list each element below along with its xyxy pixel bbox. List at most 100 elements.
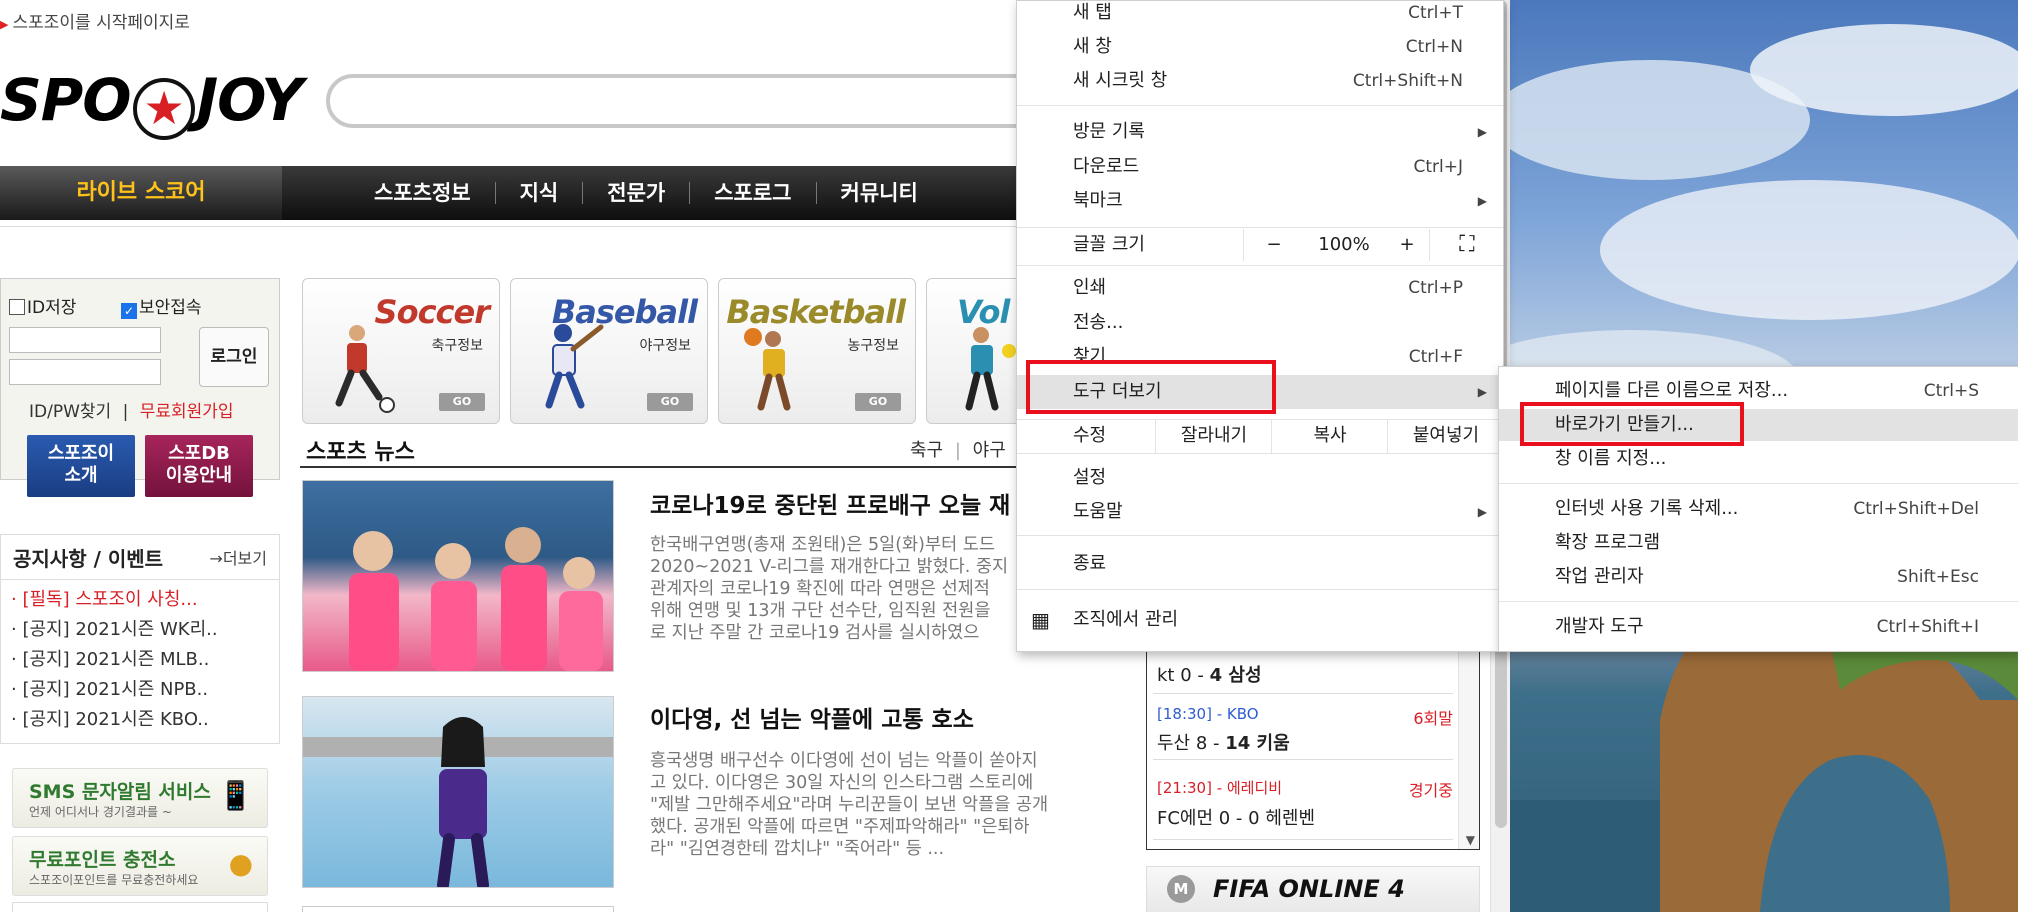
submenu-arrow-icon: ▶ (1477, 385, 1487, 399)
main-nav: 라이브 스코어 스포츠정보 지식 전문가 스포로그 커뮤니티 (0, 166, 1040, 220)
nav-spolog[interactable]: 스포로그 (690, 182, 817, 204)
m-badge-icon: M (1167, 875, 1195, 903)
nav-knowledge[interactable]: 지식 (496, 182, 584, 204)
paste-button[interactable]: 붙여넣기 (1387, 419, 1504, 453)
menu-cast[interactable]: 전송... (1017, 307, 1503, 339)
baseball-player-icon (545, 324, 604, 409)
sms-alert-promo[interactable]: SMS 문자알림 서비스 언제 어디서나 경기결과를 ~ 📱 (12, 768, 268, 828)
divider (1017, 535, 1503, 536)
news-tab-baseball[interactable]: 야구 (973, 440, 1006, 461)
menu-new-incognito[interactable]: 새 시크릿 창 Ctrl+Shift+N (1017, 65, 1503, 97)
nav-live-score[interactable]: 라이브 스코어 (0, 166, 282, 220)
divider (1017, 105, 1503, 106)
go-button[interactable]: GO (855, 393, 901, 411)
divider (1153, 839, 1453, 840)
menu-new-window[interactable]: 새 창 Ctrl+N (1017, 31, 1503, 63)
coins-icon: ● (228, 847, 253, 880)
menu-downloads[interactable]: 다운로드 Ctrl+J (1017, 151, 1503, 183)
score-item[interactable]: [18:30] - KBO 6회말 두산 8 - 14 키움 (1157, 705, 1453, 755)
save-id-checkbox[interactable]: ID저장 (9, 293, 76, 318)
news-summary[interactable]: 흥국생명 배구선수 이다영에 선이 넘는 악플이 쏟아지 고 있다. 이다영은 … (650, 750, 1110, 860)
menu-history[interactable]: 방문 기록 ▶ (1017, 116, 1503, 148)
set-start-page-link[interactable]: ▶ 스포조이를 시작페이지로 (0, 8, 190, 33)
fifa-online-banner[interactable]: M FIFA ONLINE 4 (1146, 866, 1480, 912)
news-tab-soccer[interactable]: 축구 (910, 440, 943, 461)
submenu-name-window[interactable]: 창 이름 지정... (1499, 443, 2018, 475)
divider (1017, 589, 1503, 590)
go-button[interactable]: GO (439, 393, 485, 411)
nav-expert[interactable]: 전문가 (583, 182, 691, 204)
news-thumbnail[interactable] (302, 480, 614, 672)
menu-exit[interactable]: 종료 (1017, 548, 1503, 580)
nav-sports-info[interactable]: 스포츠정보 (350, 182, 496, 204)
id-field[interactable] (9, 327, 161, 353)
notice-item[interactable]: · [공지] 2021시즌 KBO.. (11, 705, 209, 731)
volleyball-player-icon (965, 327, 1016, 411)
submenu-extensions[interactable]: 확장 프로그램 (1499, 527, 2018, 559)
promo-partial (12, 902, 268, 912)
notice-item[interactable]: · [공지] 2021시즌 MLB.. (11, 645, 209, 671)
menu-bookmarks[interactable]: 북마크 ▶ (1017, 185, 1503, 217)
secure-login-checkbox[interactable]: ✓ 보안접속 (121, 293, 202, 319)
account-links: ID/PW찾기 | 무료회원가입 (29, 402, 234, 422)
divider (1017, 265, 1503, 266)
soccer-card[interactable]: Soccer 축구정보 GO (302, 278, 500, 424)
site-logo[interactable]: SPO ★ JOY (0, 66, 303, 140)
menu-zoom-row: 글꼴 크기 − 100% + ⛶ (1017, 229, 1503, 261)
nav-community[interactable]: 커뮤니티 (817, 182, 942, 204)
news-thumbnail[interactable] (302, 696, 614, 888)
find-idpw-link[interactable]: ID/PW찾기 (29, 402, 111, 422)
volleyball-team-photo-icon (349, 527, 603, 671)
divider (1499, 483, 2018, 484)
spodb-guide-button[interactable]: 스포DB 이용안내 (145, 435, 253, 497)
menu-settings[interactable]: 설정 (1017, 462, 1503, 494)
notice-item[interactable]: · [공지] 2021시즌 WK리.. (11, 615, 218, 641)
divider (0, 226, 1040, 227)
menu-print[interactable]: 인쇄 Ctrl+P (1017, 272, 1503, 304)
submenu-developer-tools[interactable]: 개발자 도구 Ctrl+Shift+I (1499, 611, 2018, 643)
go-button[interactable]: GO (647, 393, 693, 411)
notice-more-link[interactable]: →더보기 (209, 545, 267, 569)
basketball-card[interactable]: Basketball 농구정보 GO (718, 278, 916, 424)
notice-item[interactable]: · [필독] 스포조이 사칭... (11, 585, 198, 611)
live-score-panel: kt 0 - 4 삼성 [18:30] - KBO 6회말 두산 8 - 14 … (1146, 648, 1480, 850)
free-join-link[interactable]: 무료회원가입 (140, 402, 234, 422)
divider (1017, 227, 1503, 228)
menu-managed-by-org[interactable]: ▦ 조직에서 관리 (1017, 604, 1503, 636)
soccer-player-icon (335, 325, 395, 413)
checkbox-unchecked-icon (9, 299, 25, 315)
submenu-task-manager[interactable]: 작업 관리자 Shift+Esc (1499, 561, 2018, 593)
news-headline[interactable]: 이다영, 선 넘는 악플에 고통 호소 (650, 700, 974, 734)
news-headline[interactable]: 코로나19로 중단된 프로배구 오늘 재 (650, 486, 1010, 520)
highlight-box-more-tools (1026, 360, 1276, 414)
notice-title: 공지사항 / 이벤트 (13, 547, 164, 571)
score-scrollbar[interactable]: ▼ (1458, 649, 1479, 849)
spojoy-intro-button[interactable]: 스포조이 소개 (27, 435, 135, 497)
login-button[interactable]: 로그인 (199, 327, 269, 387)
phone-icon: 📱 (218, 779, 253, 812)
password-field[interactable] (9, 359, 161, 385)
menu-edit-row: 수정 잘라내기 복사 붙여넣기 (1017, 419, 1503, 453)
submenu-arrow-icon: ▶ (1477, 505, 1487, 519)
building-icon: ▦ (1031, 608, 1050, 632)
score-item[interactable]: kt 0 - 4 삼성 (1157, 657, 1453, 687)
notice-panel: 공지사항 / 이벤트 →더보기 · [필독] 스포조이 사칭... · [공지]… (0, 534, 280, 744)
zoom-in-button[interactable]: + (1385, 229, 1429, 261)
submenu-arrow-icon: ▶ (1477, 194, 1487, 208)
fullscreen-icon[interactable]: ⛶ (1429, 229, 1504, 261)
baseball-card[interactable]: Baseball 야구정보 GO (510, 278, 708, 424)
copy-button[interactable]: 복사 (1271, 419, 1388, 453)
highlight-box-create-shortcut (1520, 402, 1744, 446)
cut-button[interactable]: 잘라내기 (1155, 419, 1272, 453)
zoom-out-button[interactable]: − (1243, 229, 1304, 261)
divider (1, 579, 279, 580)
notice-item[interactable]: · [공지] 2021시즌 NPB.. (11, 675, 208, 701)
menu-help[interactable]: 도움말 ▶ (1017, 496, 1503, 528)
score-item[interactable]: [21:30] - 에레디비 경기중 FC에먼 0 - 0 헤렌벤 (1157, 777, 1453, 830)
scroll-down-icon: ▼ (1465, 833, 1475, 847)
submenu-clear-browsing-data[interactable]: 인터넷 사용 기록 삭제... Ctrl+Shift+Del (1499, 493, 2018, 525)
zoom-level: 100% (1318, 234, 1370, 255)
soccer-ball-star-icon: ★ (132, 78, 195, 140)
free-point-promo[interactable]: 무료포인트 충전소 스포조이포인트를 무료충전하세요 ● (12, 836, 268, 896)
menu-new-tab[interactable]: 새 탭 Ctrl+T (1017, 0, 1503, 29)
